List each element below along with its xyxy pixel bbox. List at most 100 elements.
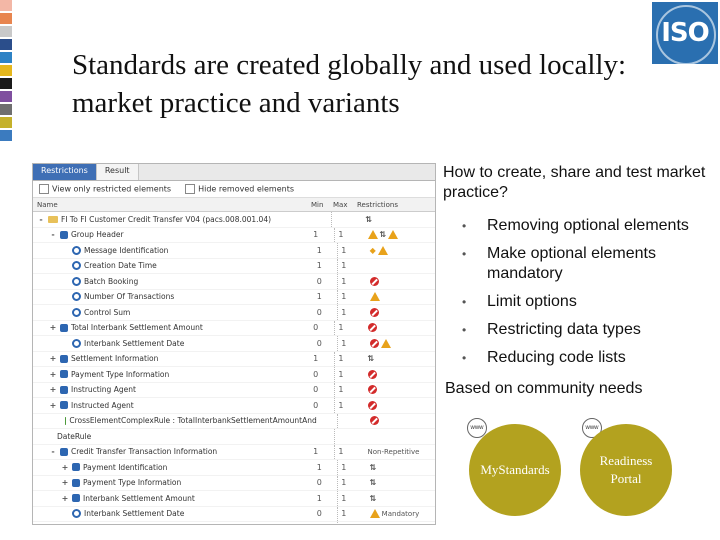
restriction-label: Mandatory <box>381 509 420 518</box>
checkbox[interactable] <box>185 184 196 194</box>
warning-icon <box>388 230 399 240</box>
tree-row-name-cell: + Payment Identification <box>33 463 317 472</box>
max-cell: 1 <box>334 398 361 413</box>
max-cell: 1 <box>337 274 363 289</box>
expand-icon[interactable]: + <box>61 478 69 487</box>
element-name: FI To FI Customer Credit Transfer V04 (p… <box>61 214 272 224</box>
min-cell: 1 <box>313 447 319 457</box>
element-name: Group Header <box>71 230 124 240</box>
tree-row[interactable]: Interbank Settlement Date 0 1 <box>33 336 435 352</box>
restrictions-cell <box>362 385 435 395</box>
restrictions-cell: ⇅ <box>359 215 435 224</box>
max-cell: 1 <box>334 367 361 382</box>
tab-result[interactable]: Result <box>96 164 139 180</box>
filter-hide-removed[interactable]: Hide removed elements <box>185 184 294 194</box>
color-stripe <box>0 104 12 115</box>
max-cell: 1 <box>337 289 363 304</box>
restrictions-cell: Non-Repetitive <box>362 448 435 456</box>
tree-row[interactable]: + Interbank Settlement Amount 1 1 ⇅ <box>33 491 435 507</box>
header-restrictions[interactable]: Restrictions <box>357 201 427 209</box>
tree-row-name-cell: CrossElementComplexRule : TotalInterbank… <box>33 416 317 425</box>
bullet-item: • Make optional elements mandatory <box>462 244 720 284</box>
element-name: Credit Transfer Transaction Information <box>71 447 218 457</box>
prohibited-icon <box>369 416 379 426</box>
tree-row[interactable]: Control Sum 0 1 <box>33 305 435 321</box>
min-cell: 1 <box>316 292 322 302</box>
restrictions-cell <box>364 338 435 348</box>
rule-check-icon <box>65 416 67 425</box>
bullet-item: • Limit options <box>462 292 720 312</box>
color-stripe <box>0 130 12 141</box>
bullet-text: Limit options <box>487 293 577 310</box>
restrictions-cell: ◆ <box>364 245 435 255</box>
tree-row[interactable]: +Settlement Priority01◆ <box>33 522 435 524</box>
tree-row[interactable]: - FI To FI Customer Credit Transfer V04 (… <box>33 212 435 228</box>
expand-icon[interactable]: + <box>49 401 57 410</box>
restrictions-cell: Mandatory <box>364 509 435 519</box>
max-cell: 1 <box>337 305 363 320</box>
tree-row[interactable]: Message Identification 1 1 ◆ <box>33 243 435 259</box>
tree-row[interactable]: + Total Interbank Settlement Amount 0 1 <box>33 320 435 336</box>
folder-icon <box>48 215 58 223</box>
readiness-portal-circle[interactable]: Readiness Portal <box>580 424 672 516</box>
header-name[interactable]: Name <box>33 201 311 209</box>
tree-row[interactable]: + Instructed Agent 0 1 <box>33 398 435 414</box>
table-header: Name Min Max Restrictions <box>33 198 435 212</box>
tree-row[interactable]: + Settlement Information 1 1 ⇅ <box>33 351 435 367</box>
mystandards-circle[interactable]: MyStandards <box>469 424 561 516</box>
min-cell: 0 <box>313 400 319 410</box>
filter-restricted[interactable]: View only restricted elements <box>39 184 171 194</box>
restrictions-cell <box>364 276 435 286</box>
bullet-list: • Removing optional elements • Make option… <box>462 216 720 376</box>
tree-row[interactable]: + Payment Type Information 0 1 ⇅ <box>33 475 435 491</box>
tree-row-name-cell: Interbank Settlement Date <box>33 509 317 519</box>
collapse-icon[interactable]: - <box>37 215 45 224</box>
bullet-text: Make optional elements mandatory <box>487 245 656 282</box>
checkbox[interactable] <box>39 184 49 194</box>
restrictions-cell: ⇅ <box>362 354 435 363</box>
tree-row[interactable]: Creation Date Time 1 1 <box>33 258 435 274</box>
tree-row[interactable]: DateRule <box>33 429 435 445</box>
collapse-icon[interactable]: - <box>49 230 57 239</box>
expand-icon[interactable]: + <box>49 323 57 332</box>
tree-row[interactable]: Interbank Settlement Date 0 1 Mandatory <box>33 506 435 522</box>
tree-row[interactable]: Number Of Transactions 1 1 <box>33 289 435 305</box>
tree-row[interactable]: + Payment Type Information 0 1 <box>33 367 435 383</box>
tree-row-name-cell: + Payment Type Information <box>33 370 313 379</box>
tab-restrictions[interactable]: Restrictions <box>33 164 97 180</box>
min-cell: 1 <box>316 245 322 255</box>
based-on-text: Based on community needs <box>445 380 643 397</box>
expand-icon[interactable]: + <box>49 370 57 379</box>
expand-icon[interactable]: + <box>49 354 57 363</box>
tree-row-name-cell: + Settlement Information <box>33 354 313 363</box>
min-cell: 1 <box>316 261 322 271</box>
header-max[interactable]: Max <box>333 201 357 209</box>
panel-tabs: Restrictions Result <box>33 164 435 181</box>
expand-icon[interactable]: + <box>61 463 69 472</box>
tree-row[interactable]: CrossElementComplexRule : TotalInterbank… <box>33 413 435 429</box>
tree-row[interactable]: Batch Booking 0 1 <box>33 274 435 290</box>
sort-icon: ⇅ <box>369 478 377 488</box>
collapse-icon[interactable]: - <box>49 447 57 456</box>
expand-icon[interactable]: + <box>49 385 57 394</box>
tree-row-name-cell: Batch Booking <box>33 276 317 286</box>
element-name: Payment Identification <box>83 462 168 472</box>
color-stripe <box>0 117 12 128</box>
color-stripe <box>0 91 12 102</box>
header-min[interactable]: Min <box>311 201 333 209</box>
restrictions-cell <box>362 323 435 333</box>
element-node-icon <box>72 338 81 348</box>
min-cell: 0 <box>316 276 322 286</box>
tree-row[interactable]: + Instructing Agent 0 1 <box>33 382 435 398</box>
color-stripes <box>0 0 12 145</box>
max-cell: 1 <box>334 382 361 397</box>
tree-row[interactable]: - Credit Transfer Transaction Information… <box>33 444 435 460</box>
expand-icon[interactable]: + <box>61 494 69 503</box>
min-cell: 0 <box>313 385 319 395</box>
element-name: CrossElementComplexRule : TotalInterbank… <box>69 416 317 426</box>
min-cell: 1 <box>316 493 322 503</box>
tree-row[interactable]: - Group Header 1 1 ⇅ <box>33 227 435 243</box>
restrictions-cell: ⇅ <box>364 463 435 472</box>
prohibited-icon <box>367 400 377 410</box>
tree-row[interactable]: + Payment Identification 1 1 ⇅ <box>33 460 435 476</box>
